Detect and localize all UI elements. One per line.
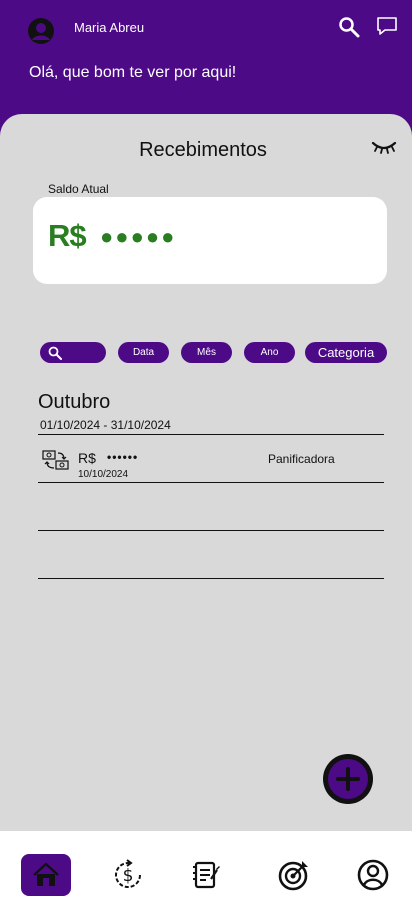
- filter-chip-mes[interactable]: Mês: [181, 342, 232, 363]
- page-title: Recebimentos: [139, 139, 267, 161]
- search-icon[interactable]: [338, 16, 360, 38]
- eye-closed-icon[interactable]: [371, 138, 397, 156]
- transaction-category: Panificadora: [268, 452, 335, 466]
- chat-icon[interactable]: [376, 15, 398, 37]
- divider: [38, 578, 384, 579]
- nav-profile-button[interactable]: [353, 855, 393, 895]
- filter-search-chip[interactable]: [40, 342, 106, 363]
- search-icon: [48, 346, 62, 360]
- balance-label: Saldo Atual: [48, 182, 109, 196]
- greeting-text: Olá, que bom te ver por aqui!: [29, 64, 237, 81]
- nav-goals-button[interactable]: [274, 855, 314, 895]
- month-group-title: Outubro: [38, 391, 111, 413]
- transaction-masked-value: ••••••: [107, 450, 139, 464]
- divider: [38, 482, 384, 483]
- transaction-currency: R$: [78, 450, 96, 466]
- nav-money-button[interactable]: $: [108, 855, 148, 895]
- home-icon: [33, 862, 59, 886]
- notes-icon: [193, 861, 220, 889]
- divider: [38, 434, 384, 435]
- divider: [38, 530, 384, 531]
- balance-card: [33, 197, 387, 284]
- filter-chip-data[interactable]: Data: [118, 342, 169, 363]
- profile-icon: [357, 859, 389, 891]
- transaction-date: 10/10/2024: [78, 469, 129, 480]
- money-cycle-icon: $: [115, 859, 142, 889]
- user-name: Maria Abreu: [74, 20, 145, 35]
- month-group-range: 01/10/2024 - 31/10/2024: [40, 418, 171, 432]
- filter-chip-categoria[interactable]: Categoria: [305, 342, 387, 363]
- balance-masked-value: ●●●●●: [100, 224, 177, 249]
- balance-currency: R$: [48, 218, 87, 253]
- svg-text:$: $: [123, 866, 134, 886]
- filter-chip-ano[interactable]: Ano: [244, 342, 295, 363]
- goal-target-icon: [278, 861, 308, 891]
- avatar-icon[interactable]: [27, 17, 55, 45]
- money-transfer-icon: [42, 450, 69, 470]
- nav-home-button[interactable]: [21, 854, 71, 896]
- plus-icon[interactable]: [321, 752, 375, 806]
- nav-notes-button[interactable]: [186, 855, 226, 895]
